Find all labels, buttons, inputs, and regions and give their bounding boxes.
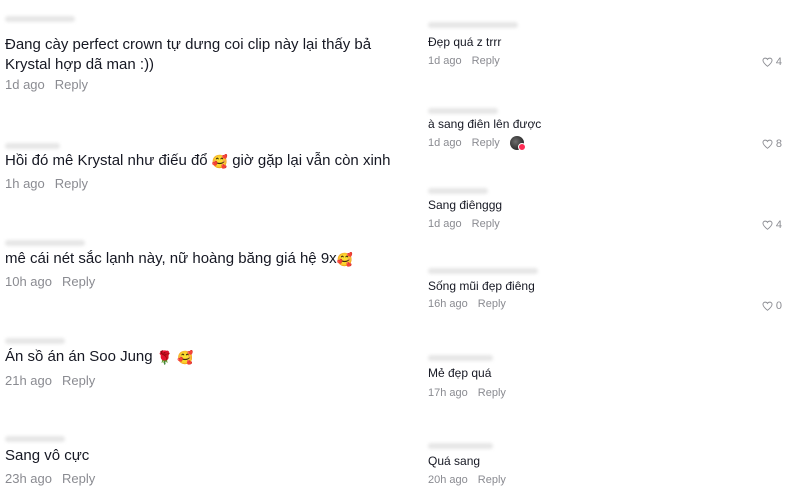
comment-text: à sang điên lên được [428,117,542,131]
comment-time: 21h ago [5,373,52,388]
reply-button[interactable]: Reply [62,373,95,388]
like-count: 4 [775,219,782,231]
comment-meta: 1d ago Reply [5,77,88,92]
username-blurred [428,108,498,114]
heart-outline-icon [762,301,773,311]
like-button[interactable]: 4 [762,219,782,231]
reply-button[interactable]: Reply [62,274,95,289]
like-button[interactable]: 4 [762,56,782,68]
heart-outline-icon [762,57,773,67]
right-comment-column: Đẹp quá z trrr 1d ago Reply 4 à sang điê… [400,0,800,500]
comment-text: Án sồ án án Soo Jung 🌹 🥰 [5,348,194,365]
comment-meta: 10h ago Reply [5,274,95,289]
smiling-hearts-emoji: 🥰 [177,350,194,365]
comment-meta: 1d ago Reply [428,136,526,151]
smiling-hearts-emoji: 🥰 [211,154,229,169]
like-count: 8 [775,138,782,150]
comment-meta: 16h ago Reply [428,298,506,310]
username-blurred [428,443,493,449]
username-blurred [428,22,518,28]
username-blurred [428,268,538,274]
comment-text: Sống mũi đẹp điêng [428,279,535,293]
username-blurred [5,436,65,442]
comment-text: mê cái nét sắc lạnh này, nữ hoàng băng g… [5,250,353,267]
comment-time: 1d ago [5,77,45,92]
comment-time: 17h ago [428,387,468,399]
rose-emoji: 🌹 [156,350,173,365]
reply-button[interactable]: Reply [472,55,500,67]
comment-meta: 23h ago Reply [5,471,95,486]
reply-button[interactable]: Reply [472,218,500,230]
comment-meta: 1d ago Reply [428,218,500,230]
comment-time: 1d ago [428,137,462,149]
like-button[interactable]: 8 [762,138,782,150]
comment-meta: 21h ago Reply [5,373,95,388]
comment-meta: 17h ago Reply [428,387,506,399]
comment-time: 1d ago [428,55,462,67]
creator-avatar [509,136,526,151]
username-blurred [428,355,493,361]
reply-button[interactable]: Reply [478,298,506,310]
heart-outline-icon [762,139,773,149]
comment-text: Quá sang [428,454,481,468]
comment-text: Sang vô cực [5,447,90,464]
username-blurred [5,240,85,246]
comment-time: 20h ago [428,474,468,486]
like-button[interactable]: 0 [762,300,782,312]
reply-button[interactable]: Reply [55,176,88,191]
comment-time: 16h ago [428,298,468,310]
username-blurred [5,338,65,344]
reply-button[interactable]: Reply [478,387,506,399]
comment-text: Hồi đó mê Krystal như điếu đổ 🥰 giờ gặp … [5,152,391,169]
comment-text: Sang điênggg [428,198,503,212]
comment-text: Mẻ đẹp quá [428,366,492,380]
smiling-hearts-emoji: 🥰 [336,252,353,267]
comment-time: 10h ago [5,274,52,289]
reply-button[interactable]: Reply [472,137,500,149]
left-comment-column: Đang cày perfect crown tự dưng coi clip … [0,0,400,500]
like-count: 4 [775,56,782,68]
username-blurred [5,143,60,149]
heart-outline-icon [762,220,773,230]
reply-button[interactable]: Reply [62,471,95,486]
comment-meta: 1h ago Reply [5,176,88,191]
comment-time: 1d ago [428,218,462,230]
comment-time: 1h ago [5,176,45,191]
comment-time: 23h ago [5,471,52,486]
like-count: 0 [775,300,782,312]
comment-text: Đẹp quá z trrr [428,35,502,49]
username-blurred [5,16,75,22]
reply-button[interactable]: Reply [478,474,506,486]
reply-button[interactable]: Reply [55,77,88,92]
comment-meta: 20h ago Reply [428,474,506,486]
comment-text: Đang cày perfect crown tự dưng coi clip … [5,36,372,74]
username-blurred [428,188,488,194]
comment-meta: 1d ago Reply [428,55,500,67]
